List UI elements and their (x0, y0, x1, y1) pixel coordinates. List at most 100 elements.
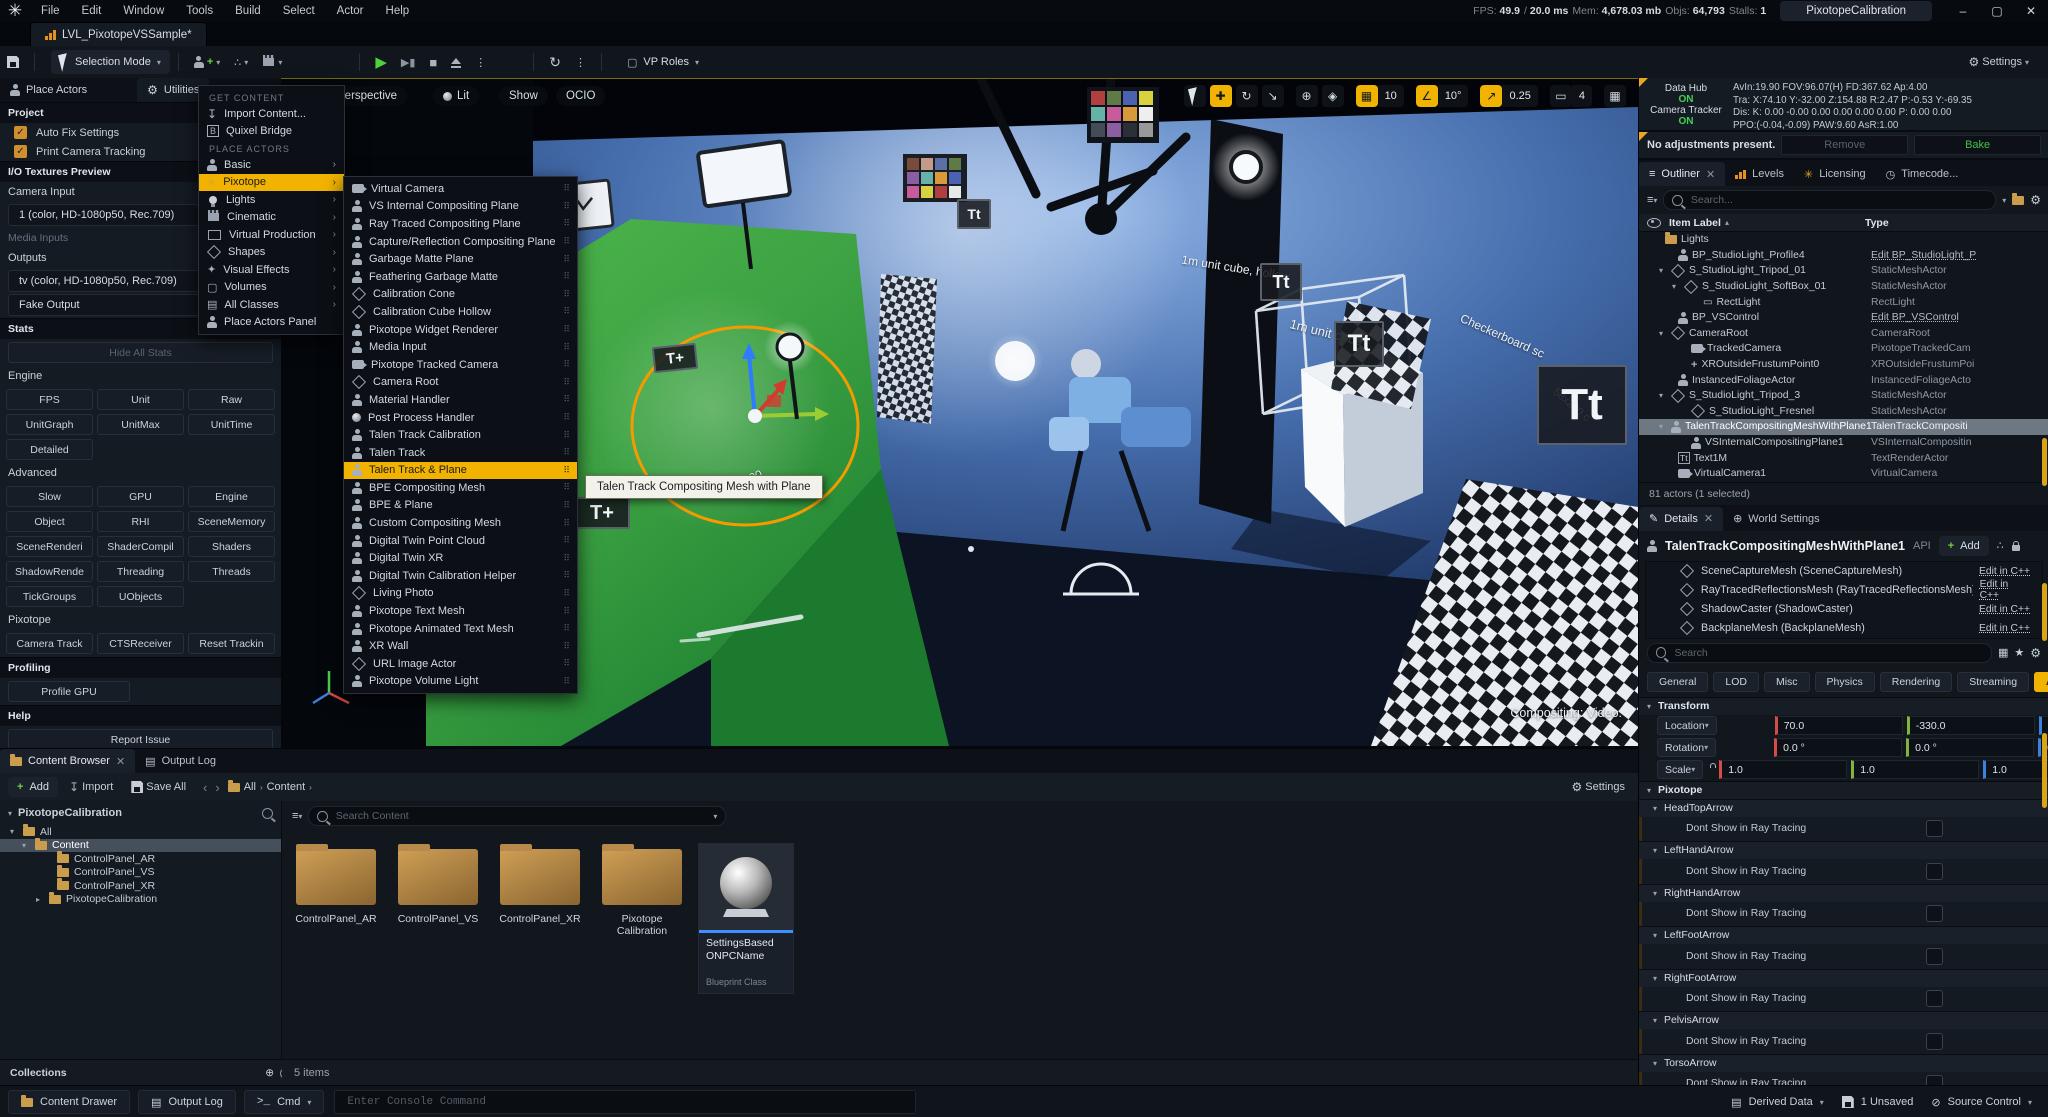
submenu-item[interactable]: Custom Compositing Mesh⠿ (344, 514, 577, 532)
tab-levels[interactable]: Levels (1725, 162, 1794, 186)
expand-caret-icon[interactable]: ▾ (1659, 329, 1667, 338)
menubar-item[interactable]: File (30, 0, 71, 22)
forward-icon[interactable]: › (215, 780, 219, 795)
tab-outliner[interactable]: ≡Outliner✕ (1639, 162, 1725, 186)
expand-caret-icon[interactable]: ▾ (1672, 282, 1680, 291)
stat-button[interactable]: UObjects (97, 586, 184, 607)
close-button[interactable]: ✕ (2014, 0, 2048, 22)
new-folder-icon[interactable] (2012, 196, 2024, 205)
save-button[interactable] (0, 50, 26, 74)
save-all-button[interactable]: Save All (124, 775, 193, 799)
chevron-down-icon[interactable]: ▾ (713, 812, 717, 821)
folder-tile[interactable]: ControlPanel_AR (290, 843, 382, 937)
maximize-button[interactable]: ▢ (1980, 0, 2014, 22)
filter-chip[interactable]: Physics (1815, 672, 1875, 692)
rotate-tool[interactable]: ↻ (1236, 85, 1258, 107)
submenu-item[interactable]: Talen Track & Plane⠿ (344, 462, 577, 480)
checkbox-checked[interactable]: ✓ (14, 145, 27, 158)
outliner-row[interactable]: Text1M TextRenderActor (1639, 450, 2048, 466)
remove-button[interactable]: Remove (1781, 135, 1908, 155)
submenu-item[interactable]: Calibration Cone⠿ (344, 286, 577, 304)
text-actor-badge[interactable]: Tt (957, 199, 991, 229)
content-search[interactable]: ▾ (308, 806, 726, 826)
submenu-item[interactable]: Digital Twin Calibration Helper⠿ (344, 567, 577, 585)
stat-button[interactable]: UnitGraph (6, 414, 93, 435)
output-log-button[interactable]: ▤Output Log (138, 1090, 236, 1114)
components-scrollbar[interactable] (2042, 583, 2047, 641)
submenu-item[interactable]: Virtual Camera⠿ (344, 180, 577, 198)
submenu-item[interactable]: Pixotope Widget Renderer⠿ (344, 321, 577, 339)
stat-button[interactable]: Unit (97, 389, 184, 410)
camera-speed-value[interactable]: 4 (1572, 85, 1592, 107)
hide-all-stats-button[interactable]: Hide All Stats (8, 342, 273, 363)
console-input[interactable] (345, 1095, 905, 1109)
stat-button[interactable]: ShaderCompil (97, 536, 184, 557)
drag-grip-icon[interactable]: ⠿ (563, 271, 569, 282)
expand-caret-icon[interactable]: ▾ (10, 827, 18, 836)
outliner-row[interactable]: TrackedCamera PixotopeTrackedCam (1639, 341, 2048, 357)
menu-category[interactable]: All Classes› (199, 296, 344, 314)
tree-item[interactable]: ControlPanel_VS (0, 866, 281, 880)
outliner-row[interactable]: ▾ S_StudioLight_Tripod_01 StaticMeshActo… (1639, 263, 2048, 279)
selection-mode-dropdown[interactable]: Selection Mode▾ (51, 50, 170, 74)
outliner-row[interactable]: VirtualCamera1 VirtualCamera (1639, 466, 2048, 482)
drag-grip-icon[interactable]: ⠿ (563, 623, 569, 634)
tab-details[interactable]: ✎Details✕ (1639, 507, 1723, 531)
tree-root-label[interactable]: PixotopeCalibration (18, 807, 122, 819)
folder-tile[interactable]: ControlPanel_VS (392, 843, 484, 937)
show-dropdown[interactable]: Show (499, 86, 548, 106)
tab-timecode[interactable]: ◷Timecode... (1876, 162, 1969, 186)
submenu-item[interactable]: Camera Root⠿ (344, 374, 577, 392)
menu-item[interactable]: Import Content... (199, 105, 344, 123)
stat-button[interactable]: Detailed (6, 439, 93, 460)
arrow-group-header[interactable]: ▾HeadTopArrow (1639, 799, 2048, 817)
location-y-field[interactable]: -330.0 (1907, 716, 2035, 735)
expand-caret-icon[interactable]: ▾ (1659, 422, 1667, 431)
cinematics-dropdown[interactable]: ▾ (255, 50, 289, 74)
details-settings-icon[interactable] (2030, 646, 2041, 660)
filter-icon[interactable]: ≡▾ (292, 810, 302, 822)
arrow-group-header[interactable]: ▾TorsoArrow (1639, 1054, 2048, 1072)
menu-category[interactable]: Volumes› (199, 279, 344, 297)
submenu-item[interactable]: Post Process Handler⠿ (344, 409, 577, 427)
submenu-item[interactable]: BPE Compositing Mesh⠿ (344, 479, 577, 497)
menubar-item[interactable]: Window (112, 0, 175, 22)
edit-in-cpp-link[interactable]: Edit in C++ (1979, 623, 2030, 634)
checkbox-checked[interactable]: ✓ (14, 126, 27, 139)
expand-caret-icon[interactable]: ▾ (22, 841, 30, 850)
filter-chip[interactable]: All (2034, 672, 2048, 692)
submenu-item[interactable]: Living Photo⠿ (344, 585, 577, 603)
skip-button[interactable]: ▶▮ (394, 50, 423, 74)
stat-button[interactable]: Threading (97, 561, 184, 582)
outliner-row[interactable]: ▾ CameraRoot CameraRoot (1639, 326, 2048, 342)
menu-category[interactable]: Basic› (199, 156, 344, 174)
unsaved-button[interactable]: 1 Unsaved (1842, 1096, 1914, 1108)
outliner-row[interactable]: XROutsideFrustumPoint0 XROutsideFrustumP… (1639, 357, 2048, 373)
arrow-group-header[interactable]: ▾RightHandArrow (1639, 884, 2048, 902)
drag-grip-icon[interactable]: ⠿ (563, 553, 569, 564)
drag-grip-icon[interactable]: ⠿ (563, 482, 569, 493)
tree-item[interactable]: ▾ Content (0, 839, 281, 853)
scale-dropdown[interactable]: Scale▾ (1657, 760, 1703, 779)
details-scrollbar[interactable] (2042, 733, 2047, 808)
search-icon[interactable] (262, 808, 273, 819)
tab-place-actors[interactable]: Place Actors (0, 78, 97, 102)
rotation-x-field[interactable]: 0.0 ° (1774, 738, 1902, 757)
menubar-item[interactable]: Edit (71, 0, 113, 22)
menubar-item[interactable]: Help (375, 0, 421, 22)
outliner-row[interactable]: BP_StudioLight_Profile4 Edit BP_StudioLi… (1639, 248, 2048, 264)
submenu-item[interactable]: Material Handler⠿ (344, 391, 577, 409)
component-row[interactable]: ShadowCaster (ShadowCaster) Edit in C++ (1646, 600, 2042, 619)
breadcrumb-all[interactable]: All (244, 781, 256, 793)
drag-grip-icon[interactable]: ⠿ (563, 254, 569, 265)
drag-grip-icon[interactable]: ⠿ (563, 641, 569, 652)
edit-in-cpp-link[interactable]: Edit in C++ (1979, 604, 2030, 615)
stat-button[interactable]: Camera Track (6, 633, 93, 654)
tree-item[interactable]: ▸ PixotopeCalibration (0, 893, 281, 907)
vp-roles-dropdown[interactable]: VP Roles▾ (618, 50, 708, 74)
stat-button[interactable]: UnitTime (188, 414, 275, 435)
checkbox-unchecked[interactable] (1926, 1075, 1943, 1085)
move-tool[interactable]: ✚ (1210, 85, 1232, 107)
drag-grip-icon[interactable]: ⠿ (563, 218, 569, 229)
pixotope-section-header[interactable]: ▾Pixotope (1639, 781, 2048, 799)
